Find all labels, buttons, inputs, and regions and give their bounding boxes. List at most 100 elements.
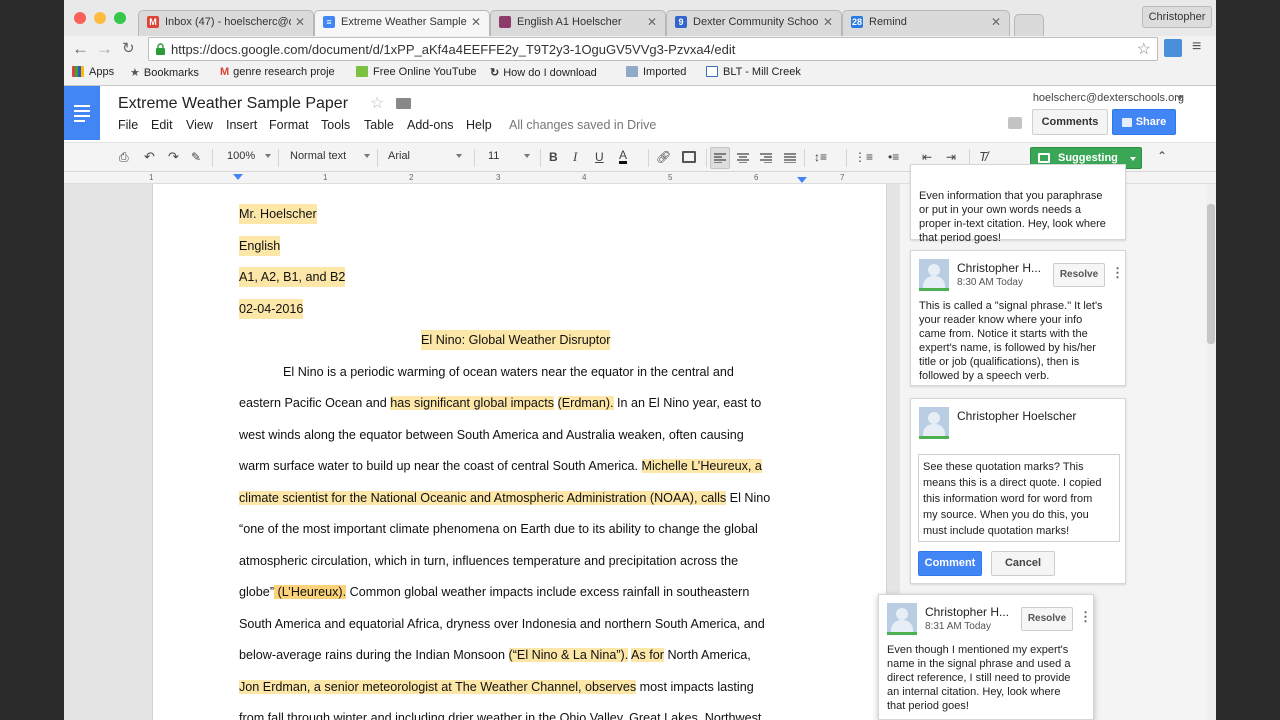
close-icon[interactable]: ✕ xyxy=(991,15,1001,29)
numbered-list-icon[interactable]: ⋮≡ xyxy=(854,149,873,165)
tab-inbox[interactable]: M Inbox (47) - hoelscherc@de ✕ xyxy=(138,10,314,36)
link-icon[interactable]: 🔗︎ xyxy=(656,149,671,165)
bookmark-bookmarks[interactable]: ★ Bookmarks xyxy=(130,66,199,79)
body-line: atmospheric circulation, which in turn, … xyxy=(239,554,739,568)
suggestion-highlight[interactable]: (Erdman). xyxy=(557,396,614,410)
suggestion-highlight[interactable]: Jon Erdman, a senior meteorologist at Th… xyxy=(239,680,637,694)
menu-tools[interactable]: Tools xyxy=(321,118,350,132)
menu-edit[interactable]: Edit xyxy=(151,118,173,132)
zoom-window-button[interactable] xyxy=(114,12,126,24)
scrollbar-thumb[interactable] xyxy=(1207,204,1215,344)
print-icon[interactable]: ⎙ xyxy=(119,149,129,165)
resolve-button[interactable]: Resolve xyxy=(1021,607,1073,631)
forward-icon[interactable]: → xyxy=(96,40,113,58)
align-right-icon[interactable] xyxy=(760,153,772,163)
bulleted-list-icon[interactable]: •≡ xyxy=(888,149,899,165)
clear-formatting-icon[interactable]: T̸ xyxy=(979,149,987,165)
undo-icon[interactable]: ↶ xyxy=(144,149,155,165)
line-spacing-icon[interactable]: ↕≡ xyxy=(814,149,827,165)
reload-icon[interactable]: ↻ xyxy=(122,40,135,58)
resolve-button[interactable]: Resolve xyxy=(1053,263,1105,287)
comment-card-active[interactable]: Christopher H... 8:31 AM Today Resolve ⋮… xyxy=(878,594,1094,720)
document-page[interactable]: Mr. Hoelscher English A1, A2, B1, and B2… xyxy=(152,184,887,720)
bookmark-apps[interactable]: Apps xyxy=(72,66,114,78)
style-value: Normal text xyxy=(290,150,347,162)
menu-add-ons[interactable]: Add-ons xyxy=(407,118,454,132)
docs-home-icon[interactable] xyxy=(64,86,100,140)
tab-english-a1[interactable]: English A1 Hoelscher ✕ xyxy=(490,10,666,36)
underline-button[interactable]: U xyxy=(595,149,604,165)
bookmark-youtube-download[interactable]: Free Online YouTube xyxy=(356,66,477,78)
account-email[interactable]: hoelscherc@dexterschools.org xyxy=(1033,92,1184,104)
redo-icon[interactable]: ↷ xyxy=(168,149,179,165)
comment-card[interactable]: Christopher H... 8:30 AM Today Resolve ⋮… xyxy=(910,250,1126,386)
bookmark-star-icon[interactable]: ☆ xyxy=(1137,39,1151,59)
tab-dexter-schools[interactable]: 9 Dexter Community Schools ✕ xyxy=(666,10,842,36)
suggestion-highlight[interactable]: (“El Nino & La Nina”). xyxy=(508,648,629,662)
collapse-icon[interactable]: ⌃ xyxy=(1157,148,1167,164)
menu-table[interactable]: Table xyxy=(364,118,394,132)
folder-icon[interactable] xyxy=(396,98,411,109)
tab-extreme-weather[interactable]: ≡ Extreme Weather Sample P ✕ xyxy=(314,10,490,36)
star-icon[interactable]: ☆ xyxy=(370,93,384,113)
chevron-down-icon[interactable] xyxy=(1177,96,1183,100)
suggestion-highlight-active[interactable]: (L’Heureux). xyxy=(274,585,347,599)
address-bar[interactable]: https://docs.google.com/document/d/1xPP_… xyxy=(148,37,1158,61)
suggestion-highlight[interactable]: has significant global impacts xyxy=(390,396,555,410)
tab-label: Inbox (47) - hoelscherc@de xyxy=(165,16,291,28)
close-window-button[interactable] xyxy=(74,12,86,24)
bookmark-genre-research[interactable]: Mgenre research proje xyxy=(220,66,335,78)
align-center-icon[interactable] xyxy=(737,153,749,163)
more-options-icon[interactable]: ⋮ xyxy=(1111,266,1124,279)
profile-button[interactable]: Christopher xyxy=(1142,6,1212,28)
suggestion-highlight[interactable]: As for xyxy=(631,648,664,662)
increase-indent-icon[interactable]: ⇥ xyxy=(946,149,956,165)
tab-remind[interactable]: 28 Remind ✕ xyxy=(842,10,1010,36)
cancel-button[interactable]: Cancel xyxy=(991,551,1055,576)
align-justify-icon[interactable] xyxy=(784,153,796,163)
bookmark-blt-mill-creek[interactable]: BLT - Mill Creek xyxy=(706,66,801,78)
close-icon[interactable]: ✕ xyxy=(471,15,481,29)
minimize-window-button[interactable] xyxy=(94,12,106,24)
document-title[interactable]: Extreme Weather Sample Paper xyxy=(118,95,348,113)
comment-icon[interactable] xyxy=(682,151,696,163)
close-icon[interactable]: ✕ xyxy=(295,15,305,29)
menu-format[interactable]: Format xyxy=(269,118,309,132)
align-left-button[interactable] xyxy=(710,147,730,169)
back-icon[interactable]: ← xyxy=(72,40,89,58)
new-tab-button[interactable] xyxy=(1014,14,1044,36)
comment-button[interactable]: Comment xyxy=(918,551,982,576)
paint-format-icon[interactable]: ✎ xyxy=(191,149,201,165)
text-color-button[interactable]: A xyxy=(619,149,628,164)
paper-title-text: El Nino: Global Weather Disruptor xyxy=(421,330,611,350)
comment-textarea[interactable]: See these quotation marks? This means th… xyxy=(918,454,1120,542)
italic-button[interactable]: I xyxy=(573,149,577,165)
comment-card[interactable]: Even information that you paraphrase or … xyxy=(910,164,1126,244)
bookmark-how-download[interactable]: ↻ How do I download xyxy=(490,66,597,79)
close-icon[interactable]: ✕ xyxy=(823,15,833,29)
new-comment-card[interactable]: Christopher Hoelscher See these quotatio… xyxy=(910,398,1126,584)
more-options-icon[interactable]: ⋮ xyxy=(1079,610,1092,623)
menu-view[interactable]: View xyxy=(186,118,213,132)
menu-help[interactable]: Help xyxy=(466,118,492,132)
menu-file[interactable]: File xyxy=(118,118,138,132)
extension-icon[interactable] xyxy=(1164,39,1182,57)
zoom-select[interactable]: 100% xyxy=(227,150,271,162)
font-select[interactable]: Arial xyxy=(388,150,462,162)
suggestion-highlight[interactable]: climate scientist for the National Ocean… xyxy=(239,491,727,505)
bookmark-imported[interactable]: Imported xyxy=(626,66,686,78)
menu-icon[interactable]: ≡ xyxy=(1192,38,1201,56)
style-select[interactable]: Normal text xyxy=(290,150,370,162)
comment-icon[interactable] xyxy=(1008,117,1022,129)
bold-button[interactable]: B xyxy=(549,149,558,165)
suggestion-highlight[interactable]: Michelle L’Heureux, a xyxy=(641,459,762,473)
right-indent-marker[interactable] xyxy=(797,177,807,183)
close-icon[interactable]: ✕ xyxy=(647,15,657,29)
share-button[interactable]: Share xyxy=(1112,109,1176,135)
vertical-scrollbar[interactable] xyxy=(1206,184,1216,720)
left-indent-marker[interactable] xyxy=(233,174,243,180)
menu-insert[interactable]: Insert xyxy=(226,118,257,132)
font-size-select[interactable]: 11 xyxy=(488,150,530,162)
decrease-indent-icon[interactable]: ⇤ xyxy=(922,149,932,165)
comments-button[interactable]: Comments xyxy=(1032,109,1108,135)
